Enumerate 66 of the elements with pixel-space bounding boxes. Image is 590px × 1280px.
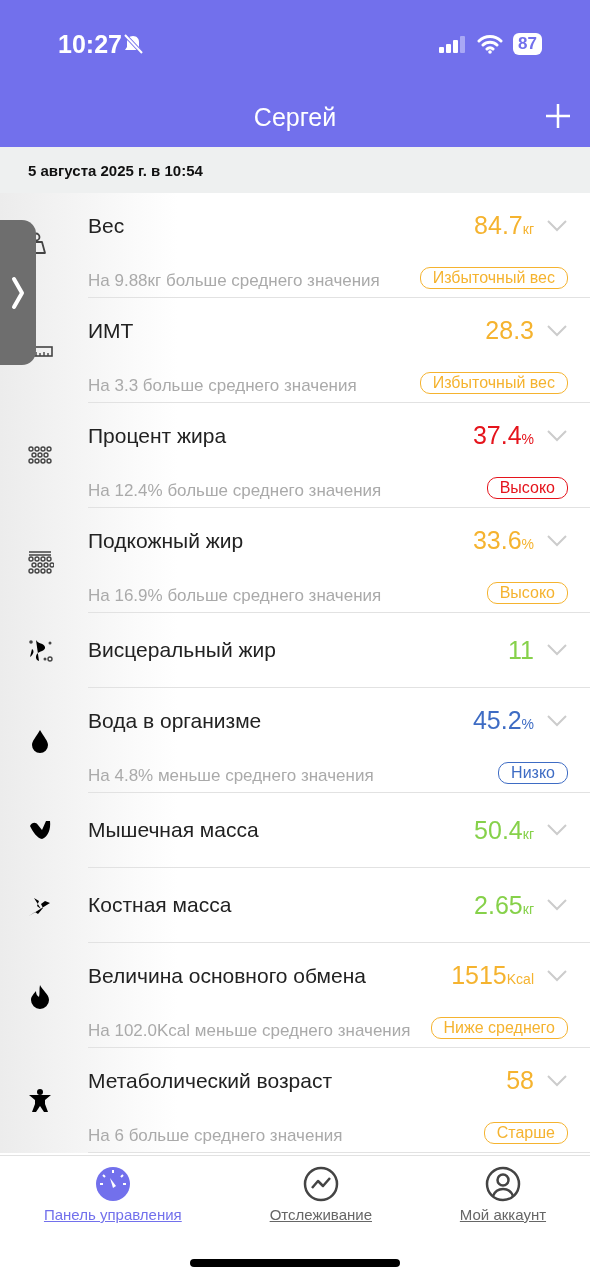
gauge-icon — [94, 1166, 131, 1202]
metric-value: 50.4 — [474, 815, 523, 845]
battery-level: 87 — [513, 33, 542, 55]
comparison-note: На 3.3 больше среднего значения — [88, 375, 358, 396]
nav-tab[interactable]: Панель управления — [43, 1166, 182, 1223]
status-tag: Ниже среднего — [430, 1017, 568, 1039]
status-tag: Избыточный вес — [419, 372, 568, 394]
signal-icon — [439, 35, 468, 53]
nav-tab[interactable]: Отслеживание — [269, 1166, 372, 1223]
metric-name: Величина основного обмена — [88, 963, 367, 988]
metric-unit: кг — [522, 900, 534, 917]
chevron-down-icon[interactable] — [546, 713, 568, 728]
add-icon[interactable] — [544, 102, 572, 130]
metric-name: Подкожный жир — [88, 528, 245, 553]
comparison-note: На 9.88кг больше среднего значения — [88, 270, 381, 291]
measurement-date: 5 августа 2025 г. в 10:54 — [28, 161, 203, 179]
comparison-note: На 16.9% больше среднего значения — [88, 585, 383, 606]
metric-value: 28.3 — [485, 316, 534, 345]
drawer-handle[interactable] — [0, 220, 36, 365]
comparison-note: На 6 больше среднего значения — [88, 1125, 344, 1146]
chevron-down-icon[interactable] — [546, 323, 568, 338]
chevron-down-icon[interactable] — [546, 643, 568, 657]
metric-name: Костная масса — [88, 893, 233, 917]
profile-title: Сергей — [253, 103, 337, 132]
bell-off-icon — [121, 33, 144, 55]
chevron-down-icon[interactable] — [546, 533, 568, 548]
metric-unit: кг — [522, 825, 534, 842]
nav-tab[interactable]: Мой аккаунт — [459, 1166, 547, 1223]
clock-time: 10:27 — [58, 29, 122, 59]
metric-value: 1515 — [451, 961, 507, 990]
metric-unit: % — [521, 431, 534, 447]
metric-unit: кг — [522, 221, 534, 237]
metric-value: 33.6 — [472, 526, 522, 555]
account-icon — [484, 1166, 521, 1202]
status-tag: Низко — [498, 762, 568, 784]
comparison-note: На 12.4% больше среднего значения — [88, 480, 383, 501]
metric-unit: % — [521, 716, 534, 732]
metric-value: 37.4 — [472, 421, 522, 450]
metric-value: 11 — [508, 635, 534, 665]
metric-name: Висцеральный жир — [88, 638, 277, 662]
status-tag: Высоко — [486, 582, 568, 604]
status-tag: Старше — [483, 1122, 568, 1144]
chevron-down-icon[interactable] — [546, 1073, 568, 1088]
metric-name: Процент жира — [88, 423, 228, 448]
chevron-down-icon[interactable] — [546, 428, 568, 443]
trend-icon — [302, 1166, 339, 1202]
status-tag: Избыточный вес — [419, 267, 568, 289]
metric-value: 58 — [506, 1066, 534, 1095]
metric-value: 45.2 — [472, 706, 522, 735]
metric-name: Вода в организме — [88, 708, 263, 733]
metric-name: Мышечная масса — [88, 818, 260, 842]
chevron-down-icon[interactable] — [546, 898, 568, 912]
metric-name: Вес — [88, 213, 126, 238]
comparison-note: На 102.0Kcal меньше среднего значения — [88, 1020, 412, 1041]
metric-name: ИМТ — [88, 318, 135, 343]
chevron-down-icon[interactable] — [546, 823, 568, 837]
metric-name: Метаболический возраст — [88, 1068, 334, 1093]
metric-value: 84.7 — [474, 211, 523, 240]
metric-unit: Kcal — [506, 971, 534, 987]
status-tag: Высоко — [486, 477, 568, 499]
metric-unit: % — [521, 536, 534, 552]
comparison-note: На 4.8% меньше среднего значения — [88, 765, 375, 786]
metric-value: 2.65 — [474, 890, 523, 920]
wifi-icon — [477, 34, 504, 54]
chevron-down-icon[interactable] — [546, 218, 568, 233]
chevron-down-icon[interactable] — [546, 968, 568, 983]
